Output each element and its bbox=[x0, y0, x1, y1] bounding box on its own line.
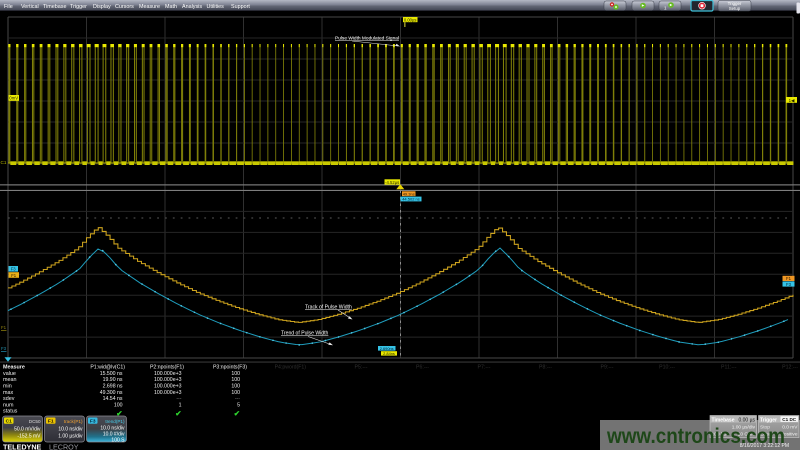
svg-text:P9:---: P9:--- bbox=[601, 365, 614, 371]
svg-text:Setup: Setup bbox=[729, 6, 741, 11]
svg-text:P4:pword(F1): P4:pword(F1) bbox=[275, 365, 307, 371]
svg-text:min: min bbox=[3, 384, 12, 390]
svg-text:LECROY: LECROY bbox=[49, 443, 79, 450]
svg-text:P6:---: P6:--- bbox=[416, 365, 429, 371]
svg-text:Timebase: Timebase bbox=[712, 417, 735, 423]
svg-text:---: --- bbox=[176, 396, 181, 402]
svg-text:P10:---: P10:--- bbox=[659, 365, 675, 371]
svg-text:status: status bbox=[3, 409, 18, 415]
svg-text:2.698 ns: 2.698 ns bbox=[103, 384, 123, 390]
svg-text:Measure: Measure bbox=[139, 4, 160, 10]
svg-text:F1: F1 bbox=[1, 325, 7, 330]
svg-text:1◀: 1◀ bbox=[789, 98, 795, 103]
svg-text:10.0 ns/div: 10.0 ns/div bbox=[58, 427, 83, 433]
svg-text:Measure: Measure bbox=[3, 365, 25, 371]
svg-text:F1: F1 bbox=[11, 273, 17, 278]
svg-text:Vertical: Vertical bbox=[21, 4, 39, 10]
svg-text:---: --- bbox=[235, 396, 240, 402]
svg-text:1: 1 bbox=[179, 402, 182, 408]
svg-text:Cursors: Cursors bbox=[115, 4, 134, 10]
svg-text:100: 100 bbox=[231, 384, 240, 390]
svg-text:Timebase: Timebase bbox=[43, 4, 66, 10]
svg-text:Pulse Width Modulated Signal: Pulse Width Modulated Signal bbox=[335, 36, 399, 42]
svg-text:14.54 ns: 14.54 ns bbox=[103, 396, 123, 402]
svg-text:100: 100 bbox=[114, 402, 123, 408]
svg-text:P11:---: P11:--- bbox=[721, 365, 737, 371]
svg-text:P7:---: P7:--- bbox=[478, 365, 491, 371]
svg-text:Trend of Pulse Width: Trend of Pulse Width bbox=[281, 331, 329, 337]
svg-text:Utilities: Utilities bbox=[207, 4, 225, 10]
svg-text:1.00 µs/div: 1.00 µs/div bbox=[58, 434, 83, 440]
svg-text:C1: C1 bbox=[1, 160, 7, 165]
svg-text:100 S: 100 S bbox=[111, 438, 125, 444]
svg-text:0.00 µs: 0.00 µs bbox=[738, 417, 755, 423]
svg-text:P1:wid@lv(C1): P1:wid@lv(C1) bbox=[90, 365, 125, 371]
svg-text:100: 100 bbox=[231, 390, 240, 396]
svg-text:P3:npoints(F3): P3:npoints(F3) bbox=[213, 365, 247, 371]
svg-text:P2:npoints(F1): P2:npoints(F1) bbox=[150, 365, 184, 371]
svg-text:P12:---: P12:--- bbox=[782, 365, 798, 371]
svg-text:2.84ns: 2.84ns bbox=[383, 351, 395, 356]
svg-text:F3: F3 bbox=[1, 346, 7, 351]
svg-text:100: 100 bbox=[231, 377, 240, 383]
svg-text:✔: ✔ bbox=[234, 409, 240, 418]
svg-text:F3: F3 bbox=[786, 282, 792, 287]
svg-text:100.000e+3: 100.000e+3 bbox=[154, 390, 182, 396]
svg-text:19.90 ns: 19.90 ns bbox=[103, 377, 123, 383]
svg-text:100.000e+3: 100.000e+3 bbox=[154, 371, 182, 377]
svg-text:P5:---: P5:--- bbox=[355, 365, 368, 371]
svg-text:TELEDYNE: TELEDYNE bbox=[3, 443, 42, 450]
svg-text:track(P1): track(P1) bbox=[64, 419, 83, 424]
svg-text:5: 5 bbox=[237, 402, 240, 408]
svg-text:sdev: sdev bbox=[3, 396, 15, 402]
svg-text:✔: ✔ bbox=[175, 409, 181, 418]
svg-text:Trigger: Trigger bbox=[760, 417, 777, 423]
svg-text:Analysis: Analysis bbox=[182, 4, 202, 10]
svg-text:44.502 ns: 44.502 ns bbox=[402, 197, 420, 202]
svg-text:C1: C1 bbox=[6, 419, 12, 425]
svg-text:Math: Math bbox=[165, 4, 177, 10]
svg-text:Support: Support bbox=[231, 4, 250, 10]
svg-text:-152.5 mV: -152.5 mV bbox=[17, 434, 41, 440]
svg-text:F1: F1 bbox=[786, 276, 792, 281]
svg-text:P8:---: P8:--- bbox=[539, 365, 552, 371]
svg-text:Trigger: Trigger bbox=[70, 4, 87, 10]
svg-text:value: value bbox=[3, 371, 16, 377]
svg-text:File: File bbox=[4, 4, 13, 10]
svg-text:50.0 mV/div: 50.0 mV/div bbox=[14, 427, 41, 433]
svg-text:F3: F3 bbox=[90, 419, 96, 425]
svg-text:0mV: 0mV bbox=[9, 96, 18, 101]
svg-text:max: max bbox=[3, 390, 13, 396]
svg-text:100.000e+3: 100.000e+3 bbox=[154, 384, 182, 390]
svg-text:mean: mean bbox=[3, 377, 17, 383]
svg-text:15.500 ns: 15.500 ns bbox=[100, 371, 123, 377]
svg-text:F1: F1 bbox=[48, 419, 54, 425]
svg-text:Track of Pulse Width: Track of Pulse Width bbox=[305, 305, 352, 311]
svg-text:100.000e+3: 100.000e+3 bbox=[154, 377, 182, 383]
svg-text:Display: Display bbox=[93, 4, 111, 10]
svg-text:100: 100 bbox=[231, 371, 240, 377]
svg-text:49.300 ns: 49.300 ns bbox=[100, 390, 123, 396]
svg-text:DC50: DC50 bbox=[29, 419, 41, 424]
svg-text:0.00µs: 0.00µs bbox=[404, 17, 417, 22]
svg-text:-4.52µs: -4.52µs bbox=[385, 180, 399, 185]
svg-text:8/16/2017 3:22:12 PM: 8/16/2017 3:22:12 PM bbox=[740, 443, 789, 449]
svg-text:num: num bbox=[3, 402, 14, 408]
svg-text:F3: F3 bbox=[11, 267, 17, 272]
svg-text:49.3ns: 49.3ns bbox=[403, 191, 415, 196]
svg-text:C1 DC: C1 DC bbox=[782, 417, 796, 422]
svg-text:trend(P1): trend(P1) bbox=[105, 419, 125, 424]
